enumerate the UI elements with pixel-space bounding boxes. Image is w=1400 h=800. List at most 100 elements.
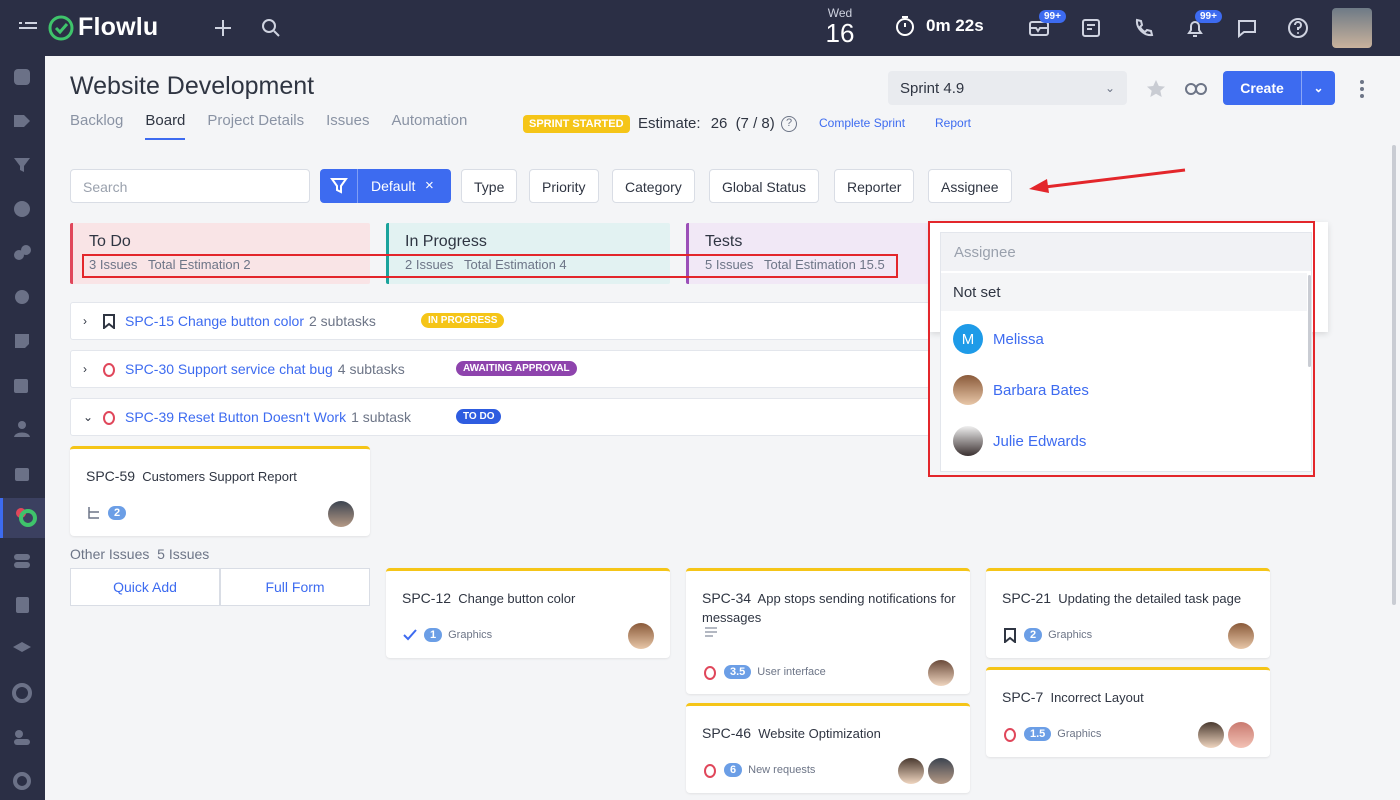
filter-global-status-button[interactable]: Global Status [709,169,820,203]
issue-title[interactable]: SPC-39 Reset Button Doesn't Work [125,409,346,425]
create-dropdown-chevron-icon[interactable]: ⌄ [1301,71,1335,105]
card-count: 2 [108,506,127,520]
avatar [1198,722,1224,748]
issue-row[interactable]: ⌄ SPC-39 Reset Button Doesn't Work 1 sub… [70,398,930,436]
card-title: SPC-46 Website Optimization [702,725,881,741]
estimate-ratio: (7 / 8) [735,115,775,132]
issue-row[interactable]: › SPC-30 Support service chat bug 4 subt… [70,350,930,388]
issue-row[interactable]: › SPC-15 Change button color 2 subtasks … [70,302,930,340]
task-card[interactable]: SPC-21 Updating the detailed task page 2… [986,568,1270,658]
sidebar-agile-icon[interactable] [0,498,45,538]
plus-icon[interactable] [211,16,235,40]
bug-icon [103,411,115,425]
issue-title[interactable]: SPC-15 Change button color [125,313,304,329]
complete-sprint-link[interactable]: Complete Sprint [819,116,905,130]
filter-priority-button[interactable]: Priority [529,169,599,203]
sidebar-target-icon[interactable] [11,198,33,220]
close-icon[interactable]: × [425,177,434,194]
tab-project-details[interactable]: Project Details [207,112,304,140]
filter-type-button[interactable]: Type [461,169,518,203]
bug-icon [704,764,716,778]
avatar [628,623,654,649]
sidebar-time-icon[interactable] [11,682,33,704]
tab-automation[interactable]: Automation [391,112,467,140]
sidebar-refresh-icon[interactable] [11,770,33,792]
create-button[interactable]: Create ⌄ [1223,71,1335,105]
sprint-estimate: Estimate: 26 (7 / 8) [638,115,775,132]
chevron-down-icon[interactable]: ⌄ [83,410,97,424]
default-filter-button[interactable]: Default × [320,169,451,203]
flowlu-logo-icon [47,14,75,42]
card-count: 1.5 [1024,727,1052,741]
bookmark-icon [103,314,115,329]
issue-subtasks: 4 subtasks [337,361,405,377]
sidebar-crm-icon[interactable] [11,110,33,132]
sidebar-export-icon[interactable] [11,462,33,484]
page-scrollbar[interactable] [1392,145,1396,605]
menu-collapse-icon[interactable] [16,16,40,40]
task-card[interactable]: SPC-59 Customers Support Report 2 [70,446,370,536]
sidebar-tasks-icon[interactable] [11,550,33,572]
avatar [898,758,924,784]
phone-icon[interactable] [1131,16,1155,40]
current-date: Wed 16 [820,6,860,46]
sidebar-note-icon[interactable] [11,330,33,352]
annotation-arrow-icon [1029,168,1186,193]
task-card[interactable]: SPC-7 Incorrect Layout 1.5 Graphics [986,667,1270,757]
more-vertical-icon[interactable] [1355,78,1369,105]
sidebar-team-icon[interactable] [11,418,33,440]
mail-badge: 99+ [1039,10,1066,23]
notification-badge: 99+ [1195,10,1222,23]
checkmark-icon [403,629,417,641]
report-link[interactable]: Report [935,116,971,130]
sidebar-link-icon[interactable] [11,242,33,264]
sidebar-gear-icon[interactable] [11,286,33,308]
bell-icon[interactable]: 99+ [1183,10,1222,40]
sidebar-people-icon[interactable] [11,726,33,748]
sidebar-dashboard-icon[interactable] [11,66,33,88]
issue-subtasks: 1 subtask [351,409,412,425]
user-avatar[interactable] [1332,8,1372,48]
annotation-box-column-stats [82,254,898,278]
full-form-button[interactable]: Full Form [220,568,370,606]
filter-category-button[interactable]: Category [612,169,695,203]
star-icon[interactable] [1145,78,1167,105]
app-name: Flowlu [78,13,159,41]
page-title: Website Development [70,72,315,100]
task-card[interactable]: SPC-12 Change button color 1 Graphics [386,568,670,658]
issue-title[interactable]: SPC-30 Support service chat bug [125,361,333,377]
quick-add-button[interactable]: Quick Add [70,568,220,606]
tab-issues[interactable]: Issues [326,112,369,140]
chevron-right-icon[interactable]: › [83,362,97,376]
link-icon[interactable] [1184,78,1208,105]
timer[interactable]: 0m 22s [894,15,984,37]
stopwatch-icon [896,16,914,36]
tab-board[interactable]: Board [145,112,186,140]
tab-backlog[interactable]: Backlog [70,112,123,140]
create-button-label: Create [1240,80,1284,96]
card-title: SPC-34 App stops sending notifications f… [702,590,956,625]
sidebar-files-icon[interactable] [11,594,33,616]
task-card[interactable]: SPC-46 Website Optimization 6 New reques… [686,703,970,793]
estimate-label: Estimate: [638,115,701,132]
card-category: Graphics [1048,629,1093,641]
task-card[interactable]: SPC-34 App stops sending notifications f… [686,568,970,694]
sidebar-docs-icon[interactable] [11,374,33,396]
search-input[interactable]: Search [70,169,310,203]
mail-icon[interactable]: 99+ [1027,10,1066,40]
sidebar [0,56,45,800]
filter-reporter-button[interactable]: Reporter [834,169,915,203]
search-icon[interactable] [259,16,283,40]
card-meta: 1 Graphics [402,627,492,643]
chat-icon[interactable] [1235,16,1259,40]
card-title: SPC-21 Updating the detailed task page [1002,590,1242,606]
sprint-select[interactable]: Sprint 4.9 ⌄ [888,71,1127,105]
status-badge: AWAITING APPROVAL [456,361,577,376]
chevron-right-icon[interactable]: › [83,314,97,328]
sidebar-funnel-icon[interactable] [11,154,33,176]
estimate-help-icon[interactable]: ? [781,116,797,132]
sidebar-knowledge-icon[interactable] [11,638,33,660]
filter-assignee-button[interactable]: Assignee [928,169,1012,203]
notes-icon[interactable] [1079,16,1103,40]
help-icon[interactable] [1286,16,1310,40]
